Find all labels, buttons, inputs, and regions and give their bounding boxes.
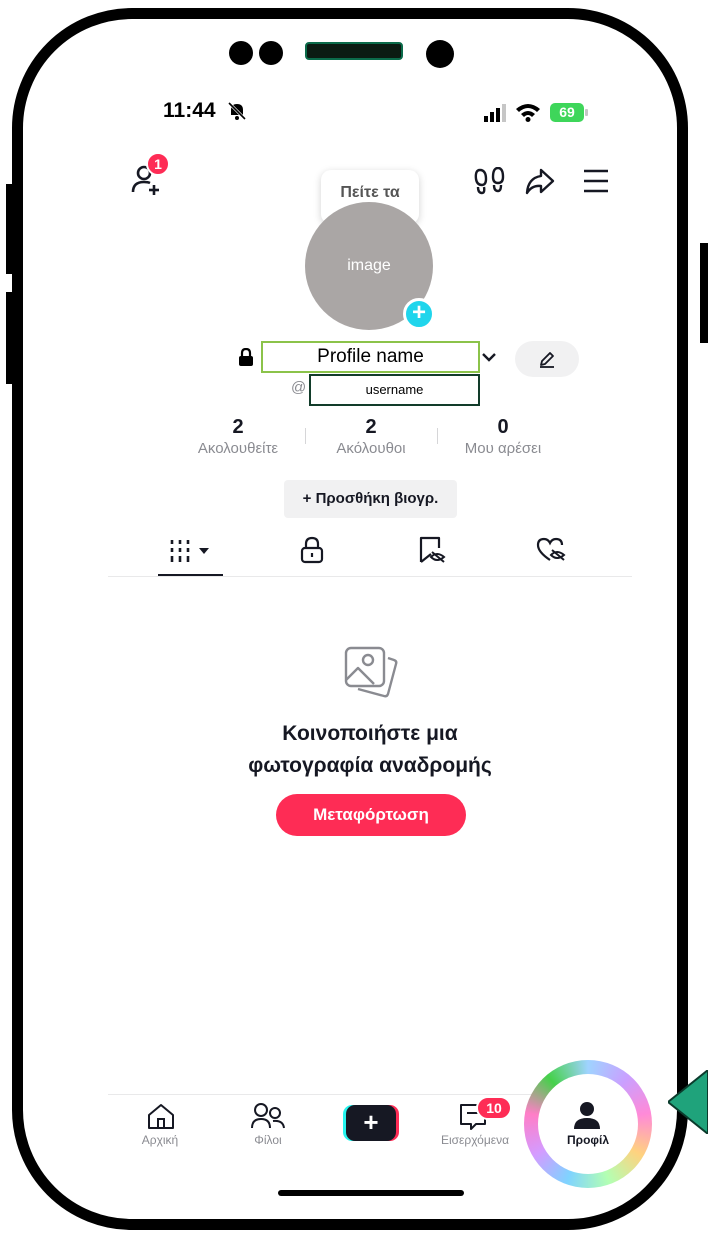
share-arrow-icon[interactable]	[525, 166, 555, 196]
camera-dot-3	[426, 40, 454, 68]
nav-profile-label: Προφίλ	[566, 1133, 609, 1147]
nav-inbox-label: Εισερχόμενα	[440, 1133, 510, 1147]
username[interactable]: username	[309, 374, 480, 406]
chevron-down-icon[interactable]	[481, 351, 497, 363]
empty-state-title-line1: Κοινοποιήστε μια	[282, 722, 458, 745]
signal-icon	[484, 104, 506, 122]
upload-button[interactable]: Μεταφόρτωση	[276, 794, 466, 836]
add-avatar-plus-icon[interactable]: +	[403, 298, 435, 330]
add-friend-badge: 1	[146, 152, 170, 176]
stat-followers-label: Ακόλουθοι	[336, 440, 406, 457]
battery-tip	[585, 109, 588, 116]
tabs-divider	[108, 576, 632, 577]
stat-divider-2	[437, 428, 438, 444]
empty-state-title: Κοινοποιήστε μια φωτογραφία αναδρομής	[180, 718, 560, 782]
inbox-badge: 10	[476, 1096, 512, 1120]
stat-likes-label: Μου αρέσει	[464, 440, 542, 457]
stat-followers-value: 2	[365, 416, 377, 438]
home-icon	[148, 1104, 174, 1129]
profile-name[interactable]: Profile name	[261, 341, 480, 373]
side-button-right	[700, 243, 708, 343]
battery-indicator: 69	[550, 103, 584, 122]
side-button-left-2	[6, 292, 16, 384]
camera-dot-1	[229, 41, 253, 65]
nav-home[interactable]: Αρχική	[128, 1102, 192, 1152]
edit-profile-button[interactable]	[515, 341, 579, 377]
tab-private-lock-icon[interactable]	[300, 536, 324, 564]
add-bio-button[interactable]: + Προσθήκη βιογρ.	[284, 480, 457, 518]
nav-home-label: Αρχική	[141, 1133, 179, 1147]
create-button[interactable]: +	[343, 1105, 399, 1141]
tab-reposts-hidden-icon[interactable]	[417, 536, 447, 564]
pencil-icon	[540, 352, 554, 368]
stat-likes[interactable]: 0 Μου αρέσει	[447, 416, 559, 457]
lock-icon	[239, 348, 253, 366]
stat-followers[interactable]: 2 Ακόλουθοι	[315, 416, 427, 457]
footprints-icon[interactable]	[474, 167, 506, 195]
username-at-sign: @	[291, 379, 307, 396]
stat-likes-value: 0	[497, 416, 509, 438]
stat-following[interactable]: 2 Ακολουθείτε	[180, 416, 296, 457]
profile-person-icon	[574, 1102, 600, 1129]
create-button-body: +	[346, 1105, 396, 1141]
pointer-arrow-icon	[668, 1070, 708, 1134]
tab-videos-grid-icon[interactable]	[168, 538, 214, 564]
nav-friends[interactable]: Φίλοι	[236, 1102, 300, 1152]
friends-icon	[251, 1103, 285, 1129]
stat-following-label: Ακολουθείτε	[197, 440, 279, 457]
status-time: 11:44	[163, 99, 216, 122]
wifi-icon	[516, 104, 540, 122]
nav-friends-label: Φίλοι	[254, 1133, 282, 1147]
mute-bell-icon	[227, 101, 247, 121]
photo-gallery-icon	[344, 646, 398, 698]
stat-following-value: 2	[232, 416, 244, 438]
camera-dot-2	[259, 41, 283, 65]
nav-profile[interactable]: Προφίλ	[548, 1100, 628, 1150]
menu-hamburger-icon[interactable]	[582, 168, 610, 194]
home-indicator	[278, 1190, 464, 1196]
side-button-left-1	[6, 184, 16, 274]
stat-divider-1	[305, 428, 306, 444]
empty-state-title-line2: φωτογραφία αναδρομής	[248, 754, 492, 777]
speaker-bar	[305, 42, 403, 60]
tab-liked-hidden-icon[interactable]	[536, 536, 568, 564]
